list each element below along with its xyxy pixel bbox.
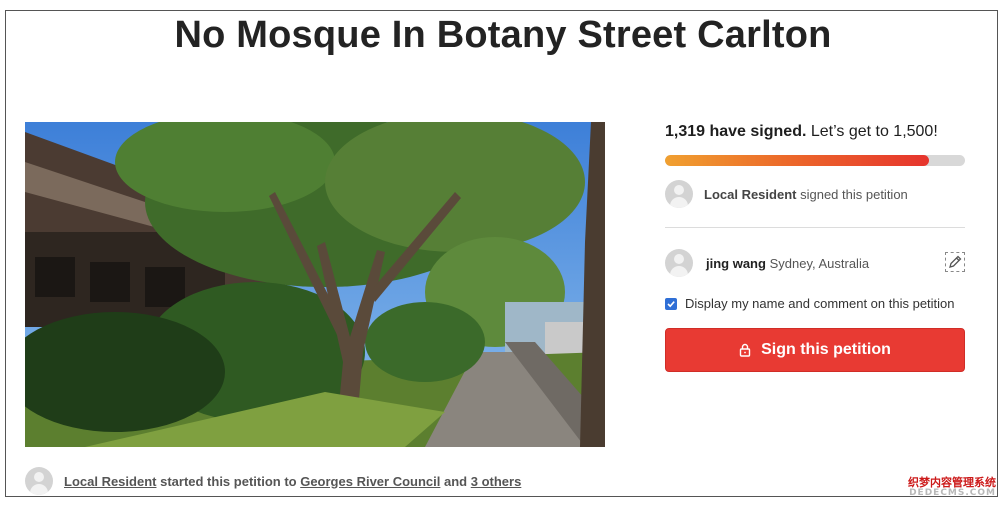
pencil-icon[interactable] bbox=[945, 252, 965, 272]
current-user-text: jing wang Sydney, Australia bbox=[706, 256, 869, 271]
watermark-line2: DEDECMS.COM bbox=[909, 488, 996, 499]
avatar bbox=[25, 467, 53, 495]
signature-count: 1,319 have signed. Let’s get to 1,500! bbox=[665, 123, 938, 141]
display-name-checkbox[interactable] bbox=[665, 297, 677, 310]
current-user-location: Sydney, Australia bbox=[769, 255, 870, 271]
progress-bar-fill bbox=[665, 155, 929, 166]
starter-name-link[interactable]: Local Resident bbox=[64, 474, 156, 489]
recent-signer: Local Resident signed this petition bbox=[665, 180, 908, 208]
lock-icon bbox=[739, 343, 751, 357]
checkmark-icon bbox=[667, 300, 675, 307]
avatar bbox=[665, 249, 693, 277]
avatar bbox=[665, 180, 693, 208]
display-name-label: Display my name and comment on this peti… bbox=[685, 296, 955, 311]
sign-petition-label: Sign this petition bbox=[761, 341, 891, 358]
starter-and: and bbox=[444, 473, 468, 489]
current-user: jing wang Sydney, Australia bbox=[665, 249, 965, 277]
display-name-option[interactable]: Display my name and comment on this peti… bbox=[665, 296, 955, 311]
starter-text-mid: started this petition to bbox=[160, 473, 297, 489]
petition-starter: Local Resident started this petition to … bbox=[25, 467, 521, 495]
recent-signer-text: Local Resident signed this petition bbox=[704, 187, 908, 202]
petition-photo bbox=[25, 122, 605, 447]
recent-signer-name: Local Resident bbox=[704, 186, 797, 202]
signed-count-text: 1,319 have signed. bbox=[665, 123, 807, 140]
divider bbox=[665, 227, 965, 228]
others-link[interactable]: 3 others bbox=[471, 474, 522, 489]
watermark: 织梦内容管理系统 DEDECMS.COM bbox=[908, 476, 996, 499]
current-user-name: jing wang bbox=[706, 255, 766, 271]
starter-text: Local Resident started this petition to … bbox=[64, 474, 521, 489]
goal-text: Let’s get to 1,500! bbox=[810, 123, 938, 140]
petition-title: No Mosque In Botany Street Carlton bbox=[174, 14, 832, 56]
recent-signer-action: signed this petition bbox=[800, 186, 908, 202]
sign-petition-button[interactable]: Sign this petition bbox=[665, 328, 965, 372]
progress-bar bbox=[665, 155, 965, 166]
target-link[interactable]: Georges River Council bbox=[300, 474, 440, 489]
